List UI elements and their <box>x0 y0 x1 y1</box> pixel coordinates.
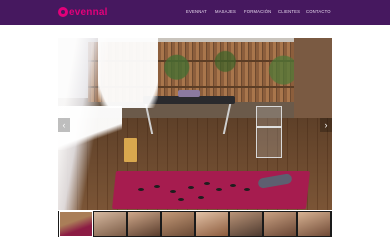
hot-stone <box>204 182 210 185</box>
thumbnail[interactable] <box>59 211 93 237</box>
thumbnail[interactable] <box>264 212 296 236</box>
site-header: evennal EVENNAT MASAJES FORMACIÓN CLIENT… <box>0 0 390 25</box>
nav-item-evennat[interactable]: EVENNAT <box>186 9 207 14</box>
hot-stone <box>244 188 250 191</box>
hot-stone <box>188 186 194 189</box>
nav-item-formacion[interactable]: FORMACIÓN <box>244 9 271 14</box>
logo-mark-icon <box>58 7 68 17</box>
image-slider[interactable]: ‹ › <box>58 38 332 210</box>
thumbnail[interactable] <box>94 212 126 236</box>
bucket <box>124 138 137 162</box>
chevron-right-icon: › <box>324 120 328 130</box>
hot-stone <box>216 188 222 191</box>
thumbnail[interactable] <box>196 212 228 236</box>
towel <box>178 90 200 97</box>
curtain <box>98 38 158 108</box>
thumbnail[interactable] <box>162 212 194 236</box>
thumbnail[interactable] <box>128 212 160 236</box>
logo-text: evennal <box>69 6 108 18</box>
hot-stone <box>170 190 176 193</box>
hot-stone <box>178 198 184 201</box>
nav-item-clientes[interactable]: CLIENTES <box>278 9 300 14</box>
cart-shelf <box>256 126 282 128</box>
logo[interactable]: evennal <box>58 5 108 19</box>
chevron-left-icon: ‹ <box>62 120 66 130</box>
hot-stone <box>230 184 236 187</box>
nav-item-contacto[interactable]: CONTACTO <box>306 9 331 14</box>
trolley-cart <box>256 106 282 158</box>
thumbnail-strip <box>58 211 332 237</box>
slider-next-button[interactable]: › <box>320 118 332 132</box>
nav-item-masajes[interactable]: MASAJES <box>215 9 236 14</box>
hot-stone <box>154 185 160 188</box>
hot-stone <box>138 188 144 191</box>
thumbnail[interactable] <box>230 212 262 236</box>
thumbnail[interactable] <box>298 212 330 236</box>
hot-stone <box>198 196 204 199</box>
slider-prev-button[interactable]: ‹ <box>58 118 70 132</box>
